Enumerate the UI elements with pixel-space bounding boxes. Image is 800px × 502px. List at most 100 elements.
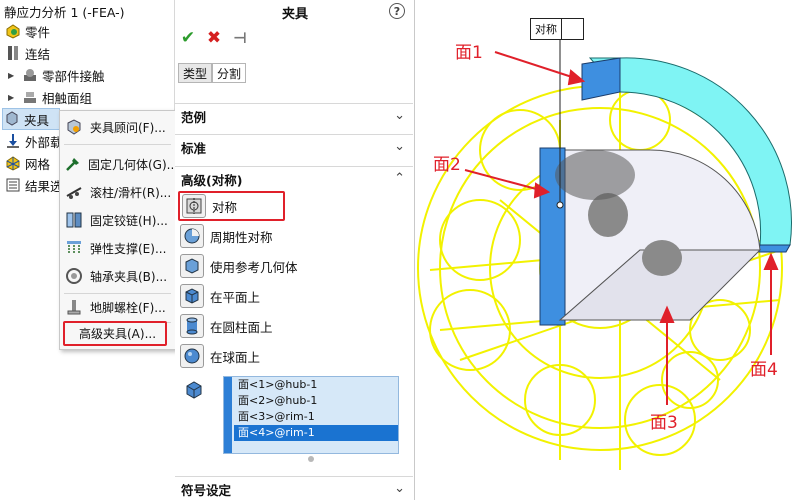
- menu-item-advanced-fixture[interactable]: 高级夹具(A)...: [63, 321, 167, 346]
- option-symmetry[interactable]: 对称: [178, 191, 286, 221]
- cancel-x-icon[interactable]: ✖: [204, 28, 224, 48]
- tree-item-external-loads[interactable]: 外部载: [4, 130, 63, 152]
- tree-item-label: 网格: [25, 156, 51, 172]
- chevron-up-icon[interactable]: ⌃: [394, 171, 405, 186]
- menu-item-bearing-fixture[interactable]: 轴承夹具(B)...: [60, 263, 175, 289]
- model-view[interactable]: [415, 0, 800, 500]
- face-selection-icon: [183, 379, 205, 401]
- tree-item-label: 连结: [25, 46, 51, 62]
- tree-item-label: 相触面组: [42, 90, 93, 106]
- option-cyclic-symmetry[interactable]: 周期性对称: [180, 222, 273, 250]
- tree-item-parts[interactable]: 零件: [4, 20, 50, 42]
- tree-item-label: 结果选: [25, 178, 63, 194]
- option-label: 在球面上: [210, 349, 261, 365]
- section-symbol-settings[interactable]: 符号设定 ⌄: [175, 476, 413, 502]
- external-load-icon: [4, 133, 21, 150]
- menu-item-fixed-geometry[interactable]: 固定几何体(G)...: [60, 151, 179, 177]
- option-on-cylindrical-faces[interactable]: 在圆柱面上: [180, 312, 273, 340]
- help-icon[interactable]: ?: [389, 3, 405, 19]
- spherical-face-icon: [180, 344, 204, 368]
- tree-item-component-contacts[interactable]: ▶ 零部件接触: [8, 64, 105, 86]
- option-label: 在平面上: [210, 289, 261, 305]
- option-label: 对称: [212, 199, 238, 215]
- tree-item-result-options[interactable]: 结果选: [4, 174, 63, 196]
- component-contact-icon: [21, 67, 38, 84]
- option-label: 周期性对称: [210, 229, 273, 245]
- tree-item-label: 夹具: [24, 112, 50, 128]
- menu-item-elastic-support[interactable]: 弹性支撑(E)...: [60, 235, 175, 261]
- option-on-spherical-faces[interactable]: 在球面上: [180, 342, 260, 370]
- face-list-item[interactable]: 面<3>@rim-1: [234, 409, 398, 425]
- section-label: 标准: [181, 141, 207, 156]
- tree-item-label: 零部件接触: [42, 68, 105, 84]
- annotation-face-3: 面3: [650, 413, 678, 433]
- tree-item-connections[interactable]: 连结: [4, 42, 50, 64]
- menu-item-fixed-hinge[interactable]: 固定铰链(H)...: [60, 207, 175, 233]
- menu-item-label: 地脚螺栓(F)...: [90, 300, 166, 315]
- menu-item-label: 夹具顾问(F)...: [90, 120, 166, 135]
- menu-item-label: 固定铰链(H)...: [90, 213, 168, 228]
- graphics-viewport[interactable]: 面1 面2 面3 面4: [415, 0, 800, 500]
- annotation-face-1: 面1: [455, 43, 483, 63]
- option-on-flat-faces[interactable]: 在平面上: [180, 282, 260, 310]
- option-label: 在圆柱面上: [210, 319, 273, 335]
- fixtures-context-menu: 夹具顾问(F)... 固定几何体(G)... 滚柱/滑杆(R)... 固定铰链(…: [59, 110, 179, 350]
- menu-item-label: 轴承夹具(B)...: [90, 269, 168, 284]
- fixed-geometry-icon: [64, 154, 82, 174]
- annotation-face-2: 面2: [433, 155, 461, 175]
- flat-face-icon: [180, 284, 204, 308]
- section-label: 高级(对称): [181, 173, 243, 188]
- tab-type[interactable]: 类型: [178, 63, 213, 83]
- foundation-bolt-icon: [64, 297, 84, 317]
- menu-item-foundation-bolt[interactable]: 地脚螺栓(F)...: [60, 294, 175, 320]
- menu-item-roller-slider[interactable]: 滚柱/滑杆(R)...: [60, 179, 175, 205]
- chevron-down-icon[interactable]: ⌄: [394, 139, 405, 154]
- fixtures-icon: [3, 111, 20, 128]
- menu-item-label: 高级夹具(A)...: [79, 327, 157, 341]
- panel-resize-handle[interactable]: [308, 456, 314, 462]
- fixed-hinge-icon: [64, 210, 84, 230]
- contact-set-icon: [21, 89, 38, 106]
- callout-label: 对称: [535, 23, 557, 36]
- section-examples[interactable]: 范例 ⌄: [175, 103, 413, 129]
- tab-split[interactable]: 分割: [212, 63, 247, 83]
- expand-arrow-icon[interactable]: ▶: [8, 93, 18, 102]
- option-label: 使用参考几何体: [210, 259, 298, 275]
- section-advanced[interactable]: 高级(对称) ⌃: [175, 166, 413, 192]
- tree-item-label: 外部载: [25, 134, 63, 150]
- face-list-item[interactable]: 面<2>@hub-1: [234, 393, 398, 409]
- bearing-fixture-icon: [64, 266, 84, 286]
- tree-item-mesh[interactable]: 网格: [4, 152, 50, 174]
- annotation-face-4: 面4: [750, 360, 778, 380]
- face-selection-list[interactable]: 面<1>@hub-1 面<2>@hub-1 面<3>@rim-1 面<4>@ri…: [223, 376, 399, 454]
- section-label: 符号设定: [181, 483, 232, 498]
- fixture-advisor-icon: [64, 117, 84, 137]
- chevron-down-icon[interactable]: ⌄: [394, 481, 405, 496]
- pushpin-icon[interactable]: ⊣: [230, 28, 250, 48]
- tree-item-contact-sets[interactable]: ▶ 相触面组: [8, 86, 92, 108]
- panel-title: 夹具: [281, 7, 308, 22]
- expand-arrow-icon[interactable]: ▶: [8, 71, 18, 80]
- section-standard[interactable]: 标准 ⌄: [175, 134, 413, 160]
- menu-item-fixture-advisor[interactable]: 夹具顾问(F)...: [60, 114, 175, 140]
- option-use-reference-geometry[interactable]: 使用参考几何体: [180, 252, 298, 280]
- symmetry-icon: [182, 194, 206, 218]
- menu-item-label: 滚柱/滑杆(R)...: [90, 185, 172, 200]
- roller-slider-icon: [64, 182, 84, 202]
- face-list-item-selected[interactable]: 面<4>@rim-1: [234, 425, 398, 441]
- face-list-item[interactable]: 面<1>@hub-1: [234, 377, 398, 393]
- chevron-down-icon[interactable]: ⌄: [394, 108, 405, 123]
- symmetry-callout[interactable]: 对称: [530, 18, 584, 40]
- list-accent-bar: [224, 377, 232, 453]
- ok-check-icon[interactable]: ✔: [178, 28, 198, 48]
- mesh-icon: [4, 155, 21, 172]
- cyclic-symmetry-icon: [180, 224, 204, 248]
- reference-geometry-icon: [180, 254, 204, 278]
- tree-item-label: 零件: [25, 24, 51, 40]
- result-options-icon: [4, 177, 21, 194]
- elastic-support-icon: [64, 238, 84, 258]
- menu-item-label: 弹性支撑(E)...: [90, 241, 167, 256]
- tree-item-fixtures[interactable]: 夹具: [2, 108, 60, 130]
- study-title[interactable]: 静应力分析 1 (-FEA-): [4, 2, 125, 21]
- menu-item-label: 固定几何体(G)...: [88, 157, 179, 172]
